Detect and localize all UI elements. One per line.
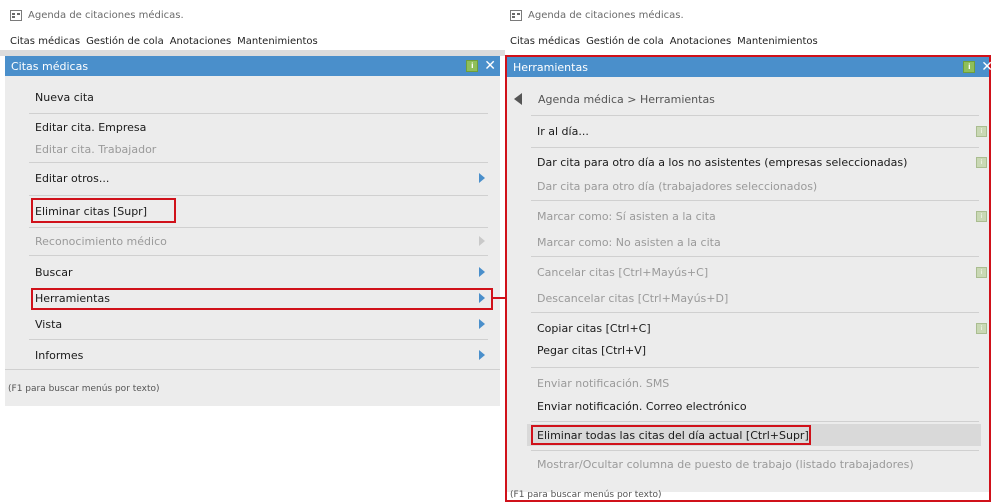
separator: [5, 369, 500, 370]
menu-mantenimientos[interactable]: Mantenimientos: [237, 36, 318, 47]
menu-item-mostrar-ocultar-columna[interactable]: Mostrar/Ocultar columna de puesto de tra…: [507, 453, 989, 475]
menu-mantenimientos[interactable]: Mantenimientos: [737, 36, 818, 47]
herramientas-panel: Herramientas i ✕ Agenda médica > Herrami…: [505, 55, 991, 502]
highlight-box: [531, 425, 811, 445]
separator: [29, 195, 488, 196]
separator: [531, 147, 979, 148]
menu-item-informes[interactable]: Informes: [5, 344, 500, 366]
app-title: Agenda de citaciones médicas.: [528, 9, 684, 21]
separator: [531, 312, 979, 313]
breadcrumb: Agenda médica > Herramientas: [538, 92, 715, 106]
info-icon[interactable]: i: [976, 323, 987, 334]
submenu-arrow-icon: [479, 267, 485, 277]
menu-item-descancelar-citas[interactable]: Descancelar citas [Ctrl+Mayús+D]: [507, 287, 989, 309]
menu-item-enviar-correo[interactable]: Enviar notificación. Correo electrónico: [507, 395, 989, 417]
menu-item-marcar-no[interactable]: Marcar como: No asisten a la cita: [507, 231, 989, 253]
panel-header: Citas médicas i ✕: [5, 56, 500, 76]
menu-item-reconocimiento[interactable]: Reconocimiento médico: [5, 230, 500, 252]
menu-item-pegar-citas[interactable]: Pegar citas [Ctrl+V]: [507, 339, 989, 361]
menu-bar-right: Citas médicas Gestión de cola Anotacione…: [510, 33, 824, 49]
menu-item-enviar-sms[interactable]: Enviar notificación. SMS: [507, 372, 989, 394]
menu-citas-medicas[interactable]: Citas médicas: [10, 36, 80, 47]
separator: [531, 200, 979, 201]
menu-item-ir-al-dia[interactable]: Ir al día... i: [507, 120, 989, 142]
info-icon[interactable]: i: [976, 157, 987, 168]
submenu-arrow-icon: [479, 319, 485, 329]
separator: [29, 162, 488, 163]
submenu-arrow-icon: [479, 350, 485, 360]
close-icon[interactable]: ✕: [484, 59, 496, 73]
menu-item-editar-otros[interactable]: Editar otros...: [5, 167, 500, 189]
menu-item-nueva-cita[interactable]: Nueva cita: [5, 86, 500, 108]
app-icon: [10, 9, 22, 21]
separator: [29, 113, 488, 114]
close-icon[interactable]: ✕: [981, 60, 991, 74]
separator: [531, 115, 979, 116]
app-titlebar-right: Agenda de citaciones médicas.: [510, 7, 684, 23]
info-icon[interactable]: i: [976, 211, 987, 222]
submenu-arrow-icon: [479, 173, 485, 183]
footer-hint: (F1 para buscar menús por texto): [8, 384, 160, 394]
panel-title: Herramientas: [513, 60, 588, 74]
info-icon[interactable]: i: [976, 126, 987, 137]
info-icon[interactable]: i: [976, 267, 987, 278]
highlight-box: [31, 288, 493, 310]
menu-anotaciones[interactable]: Anotaciones: [670, 36, 731, 47]
menu-item-buscar[interactable]: Buscar: [5, 261, 500, 283]
separator: [531, 421, 979, 422]
menu-bar-left: Citas médicas Gestión de cola Anotacione…: [10, 33, 324, 49]
menu-gestion-cola[interactable]: Gestión de cola: [86, 36, 164, 47]
panel-header: Herramientas i ✕: [507, 57, 991, 77]
menu-anotaciones[interactable]: Anotaciones: [170, 36, 231, 47]
footer-hint: (F1 para buscar menús por texto): [510, 490, 662, 500]
menu-item-editar-empresa[interactable]: Editar cita. Empresa: [5, 116, 500, 138]
separator: [29, 227, 488, 228]
citas-medicas-panel: Citas médicas i ✕ Nueva cita Editar cita…: [5, 56, 500, 406]
separator: [29, 339, 488, 340]
menu-item-cancelar-citas[interactable]: Cancelar citas [Ctrl+Mayús+C] i: [507, 261, 989, 283]
menu-item-marcar-si[interactable]: Marcar como: Sí asisten a la cita i: [507, 205, 989, 227]
submenu-arrow-icon: [479, 236, 485, 246]
menu-item-dar-cita-trabajadores[interactable]: Dar cita para otro día (trabajadores sel…: [507, 175, 989, 197]
info-icon[interactable]: i: [963, 61, 976, 73]
menu-citas-medicas[interactable]: Citas médicas: [510, 36, 580, 47]
menu-item-editar-trabajador[interactable]: Editar cita. Trabajador: [5, 138, 500, 160]
highlight-box: [31, 198, 176, 223]
menu-item-vista[interactable]: Vista: [5, 313, 500, 335]
menu-gestion-cola[interactable]: Gestión de cola: [586, 36, 664, 47]
info-icon[interactable]: i: [466, 60, 479, 72]
app-title: Agenda de citaciones médicas.: [28, 9, 184, 21]
menu-item-dar-cita-no-asistentes[interactable]: Dar cita para otro día a los no asistent…: [507, 151, 989, 173]
app-titlebar-left: Agenda de citaciones médicas.: [10, 7, 184, 23]
app-icon: [510, 9, 522, 21]
separator: [29, 255, 488, 256]
panel-title: Citas médicas: [11, 59, 89, 73]
menu-item-copiar-citas[interactable]: Copiar citas [Ctrl+C] i: [507, 317, 989, 339]
separator: [531, 367, 979, 368]
separator: [531, 450, 979, 451]
separator: [531, 256, 979, 257]
